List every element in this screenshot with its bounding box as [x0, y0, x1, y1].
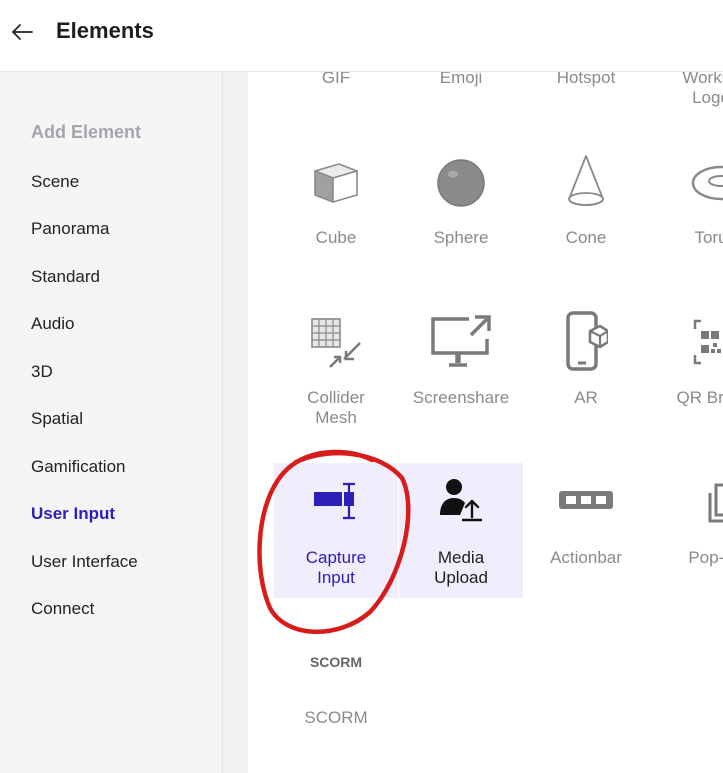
torus-icon — [691, 165, 723, 201]
sidebar-item-scene[interactable]: Scene — [31, 172, 79, 192]
tile-workspace-logo[interactable]: Worksp Logo — [649, 72, 723, 112]
tile-ar[interactable]: AR — [524, 307, 648, 432]
tile-screenshare[interactable]: Screenshare — [399, 307, 523, 432]
sidebar-item-user-interface[interactable]: User Interface — [31, 552, 138, 572]
tile-media-upload[interactable]: Media Upload — [399, 463, 523, 598]
tile-scorm[interactable]: SCORM — [274, 700, 398, 740]
tile-label: Input — [317, 568, 355, 587]
media-upload-icon — [440, 479, 482, 522]
tile-label: Upload — [434, 568, 488, 587]
tile-cone[interactable]: Cone — [524, 147, 648, 257]
tile-torus[interactable]: Toru — [649, 147, 723, 257]
tile-cube[interactable]: Cube — [274, 147, 398, 257]
ar-phone-icon — [566, 311, 608, 371]
tile-gif[interactable]: GIF — [274, 72, 398, 112]
sidebar: Add Element Scene Panorama Standard Audi… — [0, 72, 223, 773]
divider — [223, 72, 248, 773]
sphere-icon — [437, 159, 485, 207]
tile-label: Collider — [307, 388, 365, 407]
tile-label: Actionbar — [550, 548, 622, 567]
tile-label: Emoji — [439, 72, 483, 87]
qr-code-icon — [693, 319, 721, 365]
tile-label: Cube — [315, 228, 357, 247]
back-button[interactable] — [8, 18, 36, 46]
tile-label: AR — [574, 388, 598, 407]
tile-qr-browser[interactable]: QR Brow — [649, 307, 723, 432]
tile-label: Capture — [305, 548, 367, 567]
actionbar-icon — [559, 491, 613, 509]
tile-label: Hotspot — [556, 72, 616, 87]
tile-popup[interactable]: Pop-u — [649, 463, 723, 598]
tile-emoji[interactable]: Emoji — [399, 72, 523, 112]
tile-label: Logo — [692, 88, 723, 107]
tile-label: SCORM — [304, 708, 368, 727]
sidebar-item-panorama[interactable]: Panorama — [31, 219, 109, 239]
tile-label: Screenshare — [412, 388, 510, 407]
tile-label: Pop-u — [688, 548, 723, 567]
header-bar: Elements — [0, 0, 723, 72]
sidebar-item-audio[interactable]: Audio — [31, 314, 74, 334]
tile-label: Mesh — [315, 408, 357, 427]
tile-label: QR Brow — [676, 388, 723, 407]
tile-label: GIF — [321, 72, 351, 87]
tile-capture-input[interactable]: Capture Input — [274, 463, 398, 598]
sidebar-item-user-input[interactable]: User Input — [31, 504, 115, 524]
sidebar-heading: Add Element — [31, 122, 142, 142]
sidebar-item-connect[interactable]: Connect — [31, 599, 94, 619]
screenshare-icon — [431, 315, 491, 367]
tile-label: Toru — [694, 228, 723, 247]
sidebar-item-3d[interactable]: 3D — [31, 362, 53, 382]
collider-mesh-icon — [311, 318, 361, 368]
section-heading-scorm: SCORM — [309, 654, 363, 670]
element-grid: GIF Emoji Hotspot Worksp Logo Cube Spher… — [249, 72, 723, 773]
sidebar-item-spatial[interactable]: Spatial — [31, 409, 83, 429]
tile-actionbar[interactable]: Actionbar — [524, 463, 648, 598]
sidebar-item-standard[interactable]: Standard — [31, 267, 100, 287]
tile-sphere[interactable]: Sphere — [399, 147, 523, 257]
tile-collider-mesh[interactable]: Collider Mesh — [274, 307, 398, 432]
tile-label: Worksp — [682, 72, 723, 87]
cone-icon — [568, 155, 604, 206]
popup-window-icon — [708, 483, 723, 523]
arrow-left-icon — [12, 24, 33, 40]
tile-label: Cone — [565, 228, 607, 247]
tile-label: Media — [437, 548, 485, 567]
capture-input-icon — [314, 482, 355, 520]
tile-label: Sphere — [433, 228, 489, 247]
cube-icon — [314, 163, 358, 203]
page-title: Elements — [56, 18, 154, 43]
tile-hotspot[interactable]: Hotspot — [524, 72, 648, 112]
sidebar-item-gamification[interactable]: Gamification — [31, 457, 125, 477]
